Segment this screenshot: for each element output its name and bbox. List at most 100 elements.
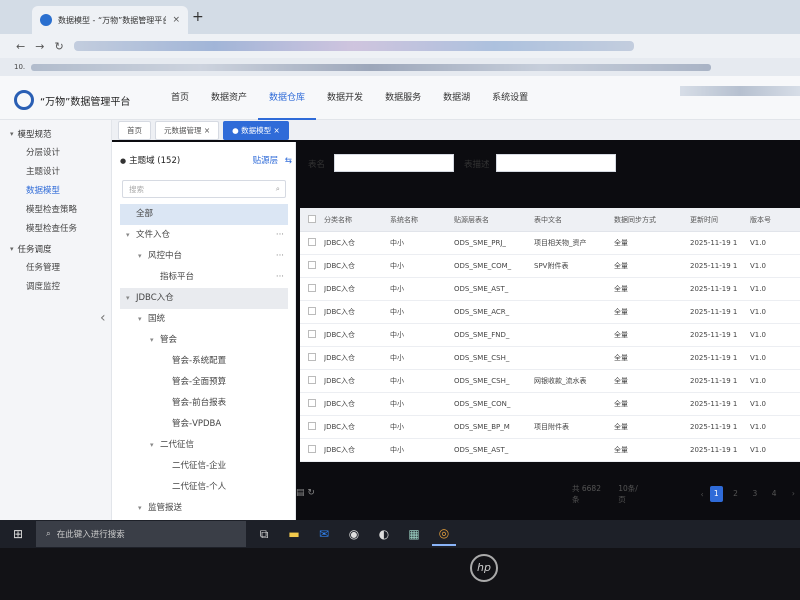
sidebar-group[interactable]: ▾ 任务调度 [0, 239, 111, 259]
app-icon[interactable]: ◐ [372, 522, 396, 546]
checkbox-icon[interactable] [308, 307, 316, 315]
browser-tab[interactable]: 数据模型 - “万物”数据管理平台 × [32, 6, 188, 34]
topnav-item[interactable]: 数据资产 [200, 76, 258, 120]
switch-icon[interactable]: ⇆ [285, 156, 292, 166]
sidebar-item[interactable]: 模型检查任务 [0, 220, 111, 239]
bookmark-url-prefix[interactable]: 10. [14, 63, 25, 71]
page-tab[interactable]: 首页 [118, 120, 151, 140]
tree-node[interactable]: ▾ 文件入仓 ··· [120, 225, 288, 246]
column-header[interactable]: 贴源层表名 [454, 215, 534, 225]
url-field[interactable] [73, 41, 634, 51]
sidebar-item[interactable]: 数据模型 [0, 182, 111, 201]
page-number[interactable]: 3 [748, 486, 761, 502]
checkbox-icon[interactable] [308, 214, 316, 223]
topnav-item[interactable]: 数据服务 [374, 76, 432, 120]
topnav-item[interactable]: 系统设置 [481, 76, 539, 120]
sidebar-item[interactable]: 调度监控 [0, 278, 111, 297]
table-row[interactable]: JDBC入仓 中小 ODS_SME_CSH_ 全量 2025-11-19 1 V1.0 [300, 347, 800, 370]
table-row[interactable]: JDBC入仓 中小 ODS_SME_ACR_ 全量 2025-11-19 1 V1.0 [300, 301, 800, 324]
checkbox-icon[interactable] [308, 399, 316, 407]
checkbox-icon[interactable] [308, 284, 316, 292]
outlook-icon[interactable]: ✉ [312, 522, 336, 546]
tree-node[interactable]: ▾ 管会 [120, 330, 288, 351]
topnav-item[interactable]: 数据开发 [316, 76, 374, 120]
sidebar-group[interactable]: ▾ 模型规范 [0, 124, 111, 144]
table-row[interactable]: JDBC入仓 中小 ODS_SME_AST_ 全量 2025-11-19 1 V1.0 [300, 439, 800, 462]
page-number[interactable]: 4 [767, 486, 780, 502]
checkbox-icon[interactable] [308, 261, 316, 269]
checkbox-icon[interactable] [308, 376, 316, 384]
tree-search-input[interactable]: 搜索 ⌕ [122, 180, 286, 198]
tree-node[interactable]: 管会-前台报表 [120, 393, 288, 414]
windows-start-icon[interactable]: ⊞ [0, 527, 36, 541]
checkbox-icon[interactable] [308, 353, 316, 361]
column-header[interactable]: 更新时间 [690, 215, 750, 225]
checkbox-icon[interactable] [308, 445, 316, 453]
tree-node[interactable]: 二代征信-企业 [120, 456, 288, 477]
close-tab-icon[interactable]: × [172, 15, 180, 25]
checkbox-icon[interactable] [308, 330, 316, 338]
table-row[interactable]: JDBC入仓 中小 ODS_SME_CON_ 全量 2025-11-19 1 V1.0 [300, 393, 800, 416]
tree-node[interactable]: 指标平台 ··· [120, 267, 288, 288]
row-checkbox[interactable] [300, 284, 324, 294]
table-row[interactable]: JDBC入仓 中小 ODS_SME_AST_ 全量 2025-11-19 1 V1.0 [300, 278, 800, 301]
page-number[interactable]: 1 [709, 486, 723, 502]
table-row[interactable]: JDBC入仓 中小 ODS_SME_FND_ 全量 2025-11-19 1 V1.0 [300, 324, 800, 347]
row-checkbox[interactable] [300, 238, 324, 248]
tree-node[interactable]: 管会-全面预算 [120, 372, 288, 393]
app-icon[interactable]: ◉ [342, 522, 366, 546]
sidebar-item[interactable]: 分层设计 [0, 144, 111, 163]
table-row[interactable]: JDBC入仓 中小 ODS_SME_CSH_ 网银收款_流水表 全量 2025-11-19… [300, 370, 800, 393]
next-page-icon[interactable]: › [787, 486, 800, 502]
table-row[interactable]: JDBC入仓 中小 ODS_SME_COM_ SPV附件表 全量 2025-11-19 1… [300, 255, 800, 278]
page-tab[interactable]: 元数据管理 × [155, 120, 220, 140]
tree-node[interactable]: 二代征信-个人 [120, 477, 288, 498]
tree-node[interactable]: 管会-VPDBA [120, 414, 288, 435]
back-icon[interactable]: ← [16, 40, 25, 53]
checkbox-icon[interactable] [308, 238, 316, 246]
row-checkbox[interactable] [300, 353, 324, 363]
row-checkbox[interactable] [300, 422, 324, 432]
new-tab-button[interactable]: + [192, 9, 204, 25]
task-view-icon[interactable]: ⧉ [252, 522, 276, 546]
reload-icon[interactable]: ↻ [54, 40, 63, 53]
source-layer-link[interactable]: 贴源层 [253, 156, 279, 166]
tree-node[interactable]: 全部 [120, 204, 288, 225]
more-icon[interactable]: ··· [276, 246, 284, 267]
row-checkbox[interactable] [300, 330, 324, 340]
topnav-item[interactable]: 数据湖 [432, 76, 481, 120]
collapse-sidebar-icon[interactable]: ‹ [100, 310, 106, 326]
column-header[interactable]: 分类名称 [324, 215, 390, 225]
sidebar-item[interactable]: 任务管理 [0, 259, 111, 278]
tree-node[interactable]: ▾ JDBC入仓 [120, 288, 288, 309]
column-header[interactable]: 系统名称 [390, 215, 454, 225]
row-checkbox[interactable] [300, 399, 324, 409]
tree-node[interactable]: ▾ 国统 [120, 309, 288, 330]
table-row[interactable]: JDBC入仓 中小 ODS_SME_PRJ_ 项目相关物_资产 全量 2025-11-19… [300, 232, 800, 255]
tree-node[interactable]: ▾ 风控中台 ··· [120, 246, 288, 267]
row-checkbox[interactable] [300, 445, 324, 455]
tree-node[interactable]: ▾ 二代征信 [120, 435, 288, 456]
table-desc-input[interactable] [496, 154, 616, 172]
sidebar-item[interactable]: 主题设计 [0, 163, 111, 182]
topnav-item[interactable]: 首页 [160, 76, 200, 120]
page-size-select[interactable]: 10条/页 [618, 483, 640, 505]
tree-node[interactable]: 管会-系统配置 [120, 351, 288, 372]
forward-icon[interactable]: → [35, 40, 44, 53]
taskbar-search-input[interactable]: ⌕ 在此键入进行搜索 [36, 521, 246, 547]
column-header[interactable]: 版本号 [750, 215, 800, 225]
page-tab[interactable]: ● 数据模型 × [223, 120, 289, 140]
sidebar-item[interactable]: 模型检查策略 [0, 201, 111, 220]
row-checkbox[interactable] [300, 376, 324, 386]
chrome-icon[interactable]: ◎ [432, 522, 456, 546]
more-icon[interactable]: ··· [276, 225, 284, 246]
more-icon[interactable]: ··· [276, 267, 284, 288]
file-explorer-icon[interactable]: ▬ [282, 522, 306, 546]
table-row[interactable]: JDBC入仓 中小 ODS_SME_BP_M 项目附件表 全量 2025-11-19 1 V… [300, 416, 800, 439]
prev-page-icon[interactable]: ‹ [701, 490, 704, 499]
row-checkbox[interactable] [300, 307, 324, 317]
topnav-item[interactable]: 数据仓库 [258, 76, 317, 120]
tree-node[interactable]: ▾ 监管报送 [120, 498, 288, 519]
checkbox-icon[interactable] [308, 422, 316, 430]
table-name-input[interactable] [334, 154, 454, 172]
